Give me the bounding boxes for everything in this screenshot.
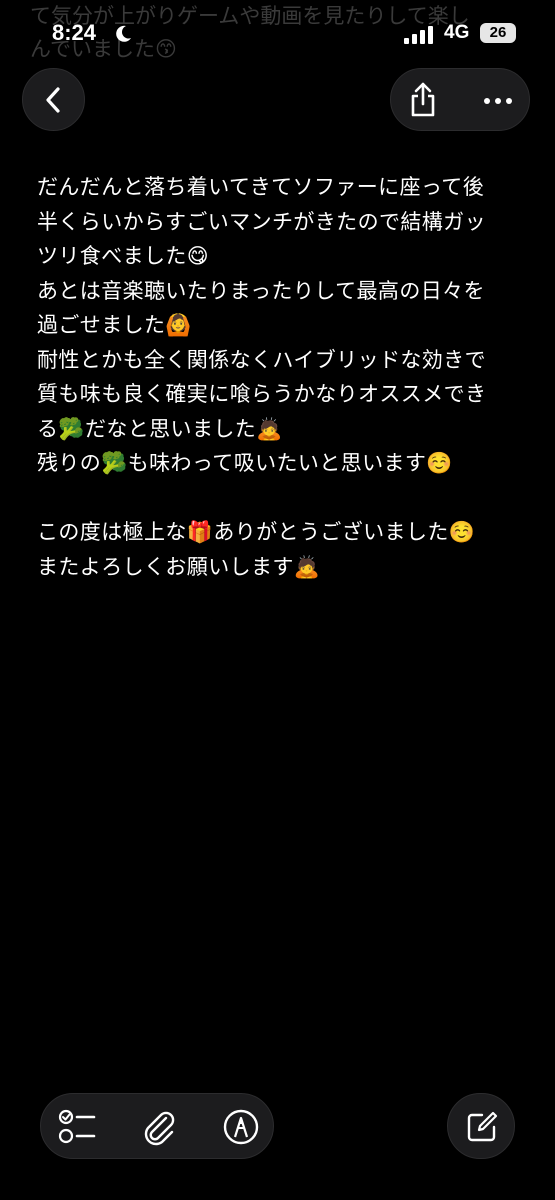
note-line: ツリ食べました😋 [37, 244, 210, 268]
note-line: 半くらいからすごいマンチがきたので結構ガッ [37, 209, 486, 234]
bottom-toolbar [40, 1093, 274, 1159]
checklist-icon[interactable] [58, 1108, 98, 1146]
back-button[interactable] [22, 68, 85, 131]
moon-icon [116, 25, 131, 42]
pen-circle-icon[interactable] [222, 1108, 260, 1146]
compose-icon [467, 1111, 498, 1142]
ellipsis-icon[interactable] [483, 97, 513, 105]
paperclip-icon[interactable] [141, 1108, 177, 1146]
battery-indicator: 26 [480, 23, 516, 43]
note-line: 質も味も良く確実に喰らうかなりオススメでき [37, 382, 487, 406]
chevron-left-icon [46, 87, 60, 113]
note-body[interactable]: だんだんと落ち着いてきてソファーに座って後 半くらいからすごいマンチがきたので結… [37, 170, 517, 584]
note-line: る🥦だなと思いました🙇 [37, 416, 283, 441]
share-icon[interactable] [408, 82, 438, 118]
note-line: だんだんと落ち着いてきてソファーに座って後 [37, 175, 485, 199]
note-line: 残りの🥦も味わって吸いたいと思います☺️ [37, 451, 453, 475]
note-line: 耐性とかも全く関係なくハイブリッドな効きで [37, 347, 486, 372]
network-type: 4G [444, 22, 470, 43]
signal-bars-icon [404, 26, 433, 44]
note-line: またよろしくお願いします🙇 [37, 554, 321, 579]
note-line-blank [37, 481, 517, 516]
action-group [390, 68, 530, 131]
compose-button[interactable] [447, 1093, 515, 1159]
note-line: この度は極上な🎁ありがとうございました☺️ [37, 520, 476, 544]
status-time: 8:24 [52, 20, 97, 45]
note-line: あとは音楽聴いたりまったりして最高の日々を [37, 278, 485, 303]
status-bar: 8:24 4G 26 [0, 18, 555, 58]
note-line: 過ごせました🙆 [37, 313, 192, 337]
